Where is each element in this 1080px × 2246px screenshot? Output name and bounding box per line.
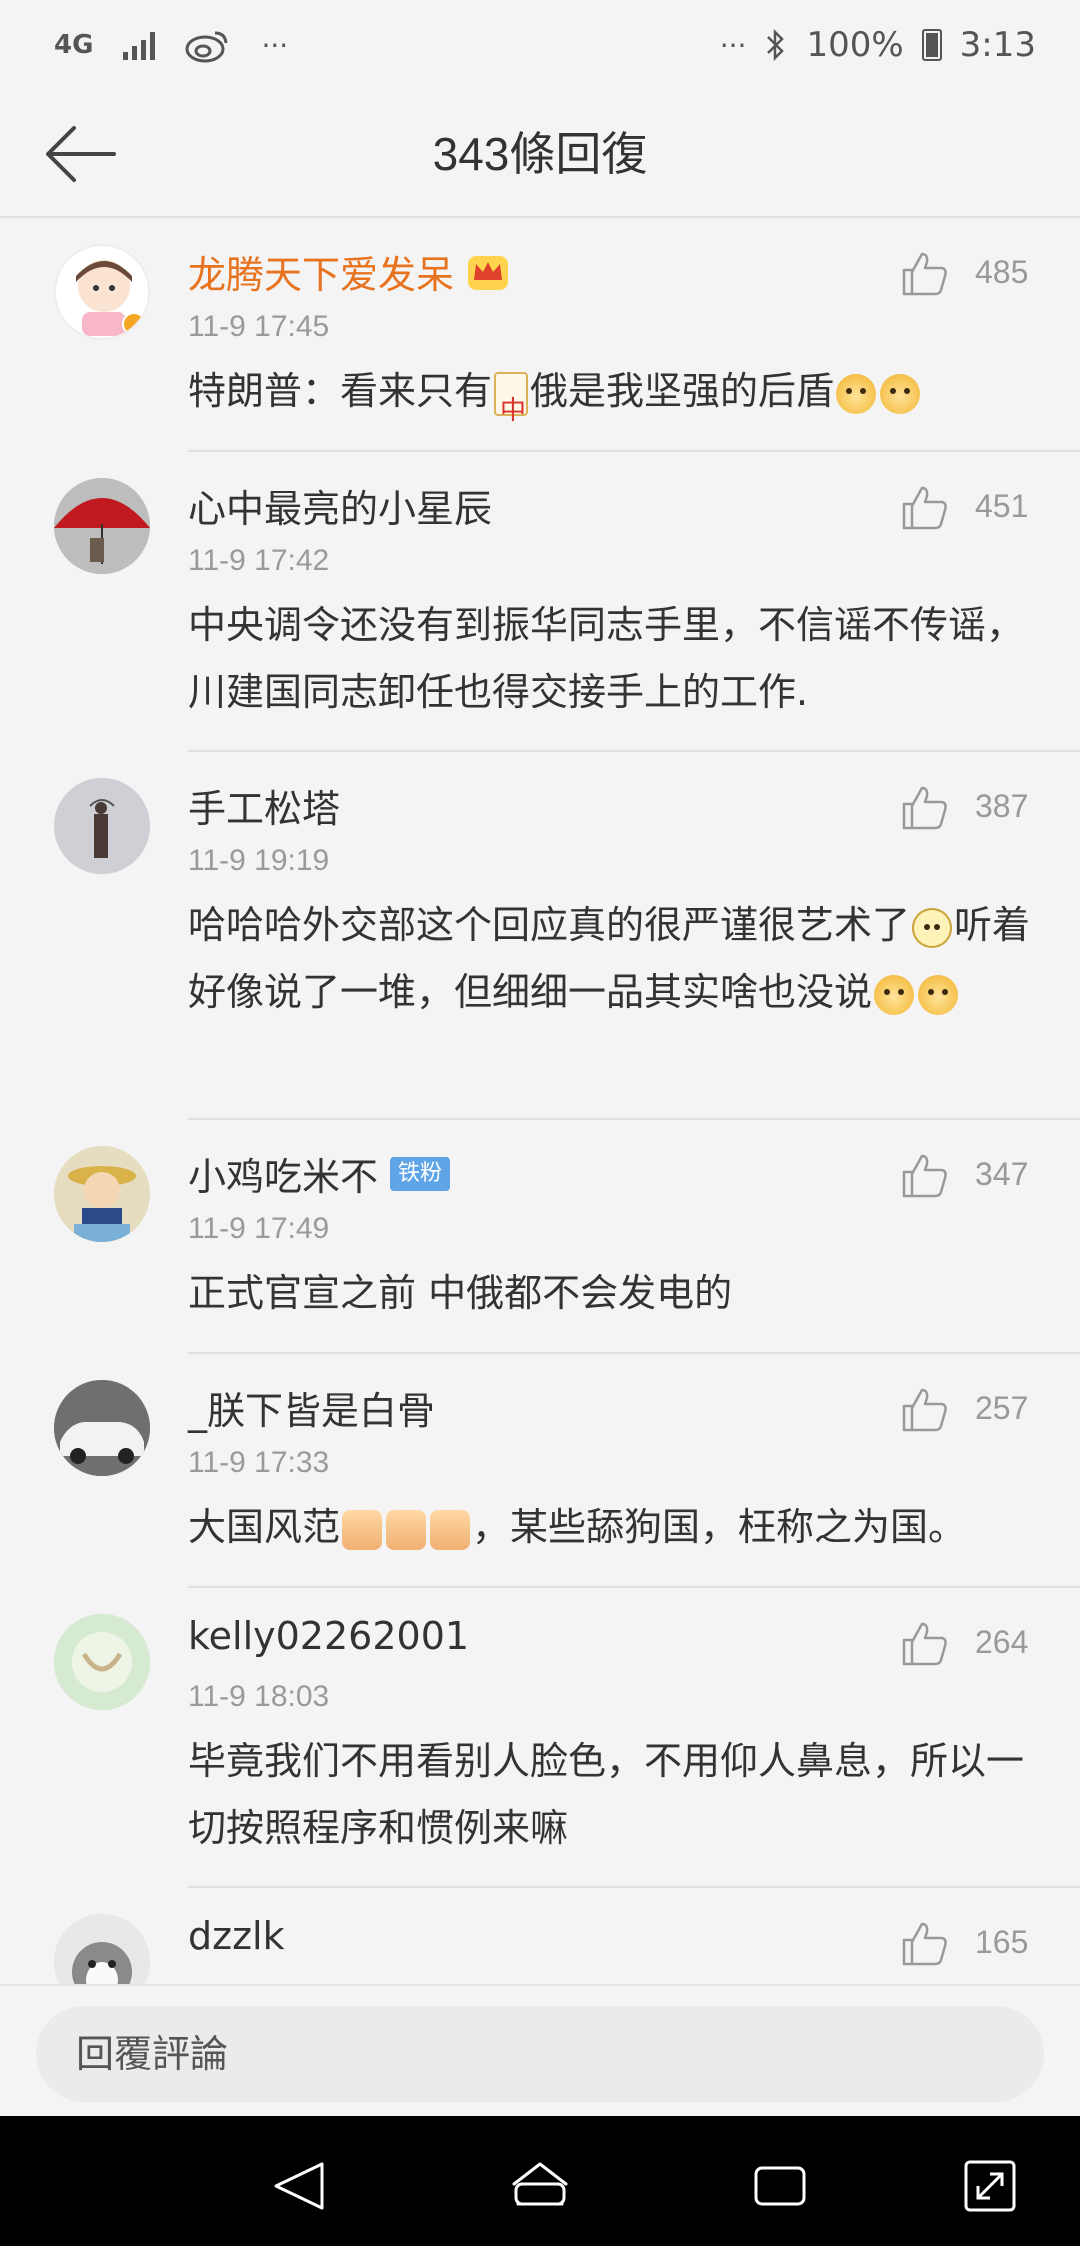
username[interactable]: 手工松塔 xyxy=(188,778,340,833)
like-count: 264 xyxy=(975,1624,1029,1660)
nav-recents-icon[interactable] xyxy=(750,2156,810,2216)
nav-back-icon[interactable] xyxy=(270,2156,330,2216)
nav-expand-icon[interactable] xyxy=(960,2156,1020,2216)
comment-time: 11-9 17:45 xyxy=(188,310,330,343)
comment-item[interactable]: kelly02262001 11-9 18:03 毕竟我们不用看别人脸色，不用仰… xyxy=(0,1588,1080,1888)
comment-text-part: ，某些舔狗国，枉称之为国。 xyxy=(472,1505,967,1549)
thumbs-up-emoji-icon xyxy=(342,1509,383,1550)
comment-item[interactable]: 小鸡吃米不 铁粉 11-9 17:49 正式官宣之前 中俄都不会发电的 347 xyxy=(0,1120,1080,1354)
comment-text: 哈哈哈外交部这个回应真的很严谨很艺术了 听着好像说了一堆，但细细一品其实啥也没说 xyxy=(188,892,1038,1026)
vip-crown-icon xyxy=(468,255,509,290)
header: 343條回復 xyxy=(0,90,1080,218)
username-text: 小鸡吃米不 xyxy=(188,1155,379,1199)
comment-text-part: 俄是我坚强的后盾 xyxy=(530,369,835,413)
comment-time: 11-9 18:03 xyxy=(188,1680,330,1713)
comment-text-part: 大国风范 xyxy=(188,1505,341,1549)
comment-text: 大国风范 ，某些舔狗国，枉称之为国。 xyxy=(188,1494,1038,1561)
battery-percent: 100% xyxy=(806,25,904,65)
avatar[interactable] xyxy=(54,478,150,574)
username[interactable]: dzzlk xyxy=(188,1914,285,1958)
doge-emoji-icon xyxy=(880,373,921,414)
avatar[interactable] xyxy=(54,244,150,340)
comment-time: 11-9 17:42 xyxy=(188,544,330,577)
battery-icon xyxy=(921,29,942,61)
avatar[interactable] xyxy=(54,1146,150,1242)
doge-emoji-icon xyxy=(918,974,959,1015)
doge-emoji-icon xyxy=(874,974,915,1015)
comment-text-part: 哈哈哈外交部这个回应真的很严谨很艺术了 xyxy=(188,903,911,947)
thumbs-up-icon[interactable] xyxy=(900,248,950,298)
avatar[interactable] xyxy=(54,1914,150,1984)
like-count: 347 xyxy=(975,1156,1029,1192)
comment-item[interactable]: _朕下皆是白骨 11-9 17:33 大国风范 ，某些舔狗国，枉称之为国。 257 xyxy=(0,1354,1080,1588)
mahjong-emoji-icon xyxy=(494,371,529,445)
signal-icon xyxy=(123,30,156,60)
username[interactable]: _朕下皆是白骨 xyxy=(188,1380,435,1435)
comment-time: 11-9 17:33 xyxy=(188,1446,330,1479)
reply-input[interactable]: 回覆評論 xyxy=(36,2006,1044,2102)
username[interactable]: 小鸡吃米不 铁粉 xyxy=(188,1146,451,1201)
comment-item[interactable]: 心中最亮的小星辰 11-9 17:42 中央调令还没有到振华同志手里，不信谣不传… xyxy=(0,452,1080,752)
avatar[interactable] xyxy=(54,1380,150,1476)
thumbs-up-emoji-icon xyxy=(386,1509,427,1550)
verified-badge-icon xyxy=(122,312,146,336)
comment-item[interactable]: 龙腾天下爱发呆 11-9 17:45 特朗普：看来只有俄是我坚强的后盾 485 xyxy=(0,218,1080,452)
thumbs-up-icon[interactable] xyxy=(900,1150,950,1200)
system-nav-bar xyxy=(0,2116,1080,2246)
like-count: 387 xyxy=(975,788,1029,824)
weibo-icon xyxy=(185,31,228,63)
comment-item[interactable]: 手工松塔 11-9 19:19 哈哈哈外交部这个回应真的很严谨很艺术了 听着好像说… xyxy=(0,752,1080,1120)
comment-time: 11-9 17:49 xyxy=(188,1212,330,1245)
status-bar: 4G ··· ··· 100% 3:13 xyxy=(0,0,1080,90)
like-count: 165 xyxy=(975,1924,1029,1960)
like-count: 485 xyxy=(975,254,1029,290)
clock: 3:13 xyxy=(959,25,1036,65)
comment-text: 中央调令还没有到振华同志手里，不信谣不传谣，川建国同志卸任也得交接手上的工作. xyxy=(188,603,1025,714)
reply-bar: 回覆評論 xyxy=(0,1984,1080,2116)
like-count: 451 xyxy=(975,488,1029,524)
app-root: 4G ··· ··· 100% 3:13 343條回復 龙腾天下爱发呆 11-9… xyxy=(0,0,1080,2246)
comment-text: 特朗普：看来只有俄是我坚强的后盾 xyxy=(188,358,1038,445)
fan-badge: 铁粉 xyxy=(390,1156,451,1191)
comment-text: 毕竟我们不用看别人脸色，不用仰人鼻息，所以一切按照程序和惯例来嘛 xyxy=(188,1739,1025,1850)
avatar[interactable] xyxy=(54,778,150,874)
thumbs-up-emoji-icon xyxy=(430,1509,471,1550)
network-type: 4G xyxy=(54,30,94,60)
like-count: 257 xyxy=(975,1390,1029,1426)
more-notifications: ··· xyxy=(261,28,289,62)
thumbs-up-icon[interactable] xyxy=(900,1384,950,1434)
username[interactable]: 心中最亮的小星辰 xyxy=(188,478,492,533)
page-title: 343條回復 xyxy=(432,128,648,180)
thumbs-up-icon[interactable] xyxy=(900,782,950,832)
bluetooth-icon xyxy=(767,28,785,62)
username[interactable]: 龙腾天下爱发呆 xyxy=(188,244,510,299)
comment-text: 正式官宣之前 中俄都不会发电的 xyxy=(188,1271,733,1315)
nav-home-icon[interactable] xyxy=(510,2156,570,2216)
doge-emoji-icon xyxy=(836,373,877,414)
avatar[interactable] xyxy=(54,1614,150,1710)
comment-item[interactable]: dzzlk 165 xyxy=(0,1888,1080,1984)
more-status: ··· xyxy=(719,28,747,62)
nerd-emoji-icon xyxy=(912,907,953,948)
thumbs-up-icon[interactable] xyxy=(900,1918,950,1968)
username[interactable]: kelly02262001 xyxy=(188,1614,469,1658)
username-text: 龙腾天下爱发呆 xyxy=(188,253,455,297)
comment-list[interactable]: 龙腾天下爱发呆 11-9 17:45 特朗普：看来只有俄是我坚强的后盾 485 xyxy=(0,218,1080,1984)
comment-text-part: 特朗普：看来只有 xyxy=(188,369,493,413)
thumbs-up-icon[interactable] xyxy=(900,482,950,532)
comment-time: 11-9 19:19 xyxy=(188,844,330,877)
thumbs-up-icon[interactable] xyxy=(900,1618,950,1668)
